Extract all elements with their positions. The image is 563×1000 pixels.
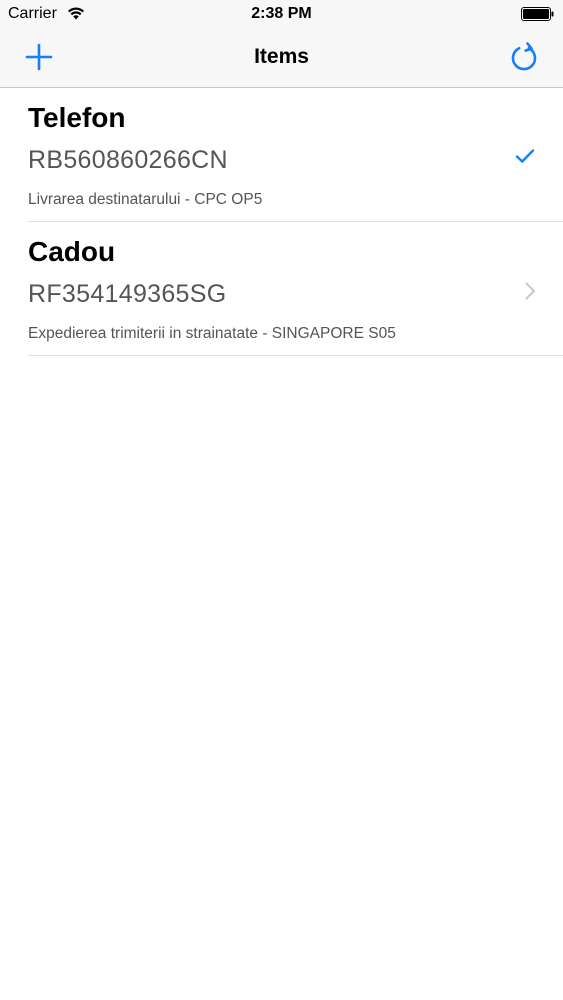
page-title: Items xyxy=(254,45,309,68)
list-item[interactable]: Telefon RB560860266CN Livrarea destinata… xyxy=(0,88,563,222)
checkmark-icon xyxy=(515,149,535,163)
clock: 2:38 PM xyxy=(251,5,312,22)
tracking-code: RF354149365SG xyxy=(28,280,227,308)
item-status: Livrarea destinatarului - CPC OP5 xyxy=(28,191,263,208)
item-status: Expedierea trimiterii in strainatate - S… xyxy=(28,325,396,342)
battery-icon xyxy=(521,7,554,21)
item-name: Telefon xyxy=(28,102,126,133)
refresh-icon[interactable] xyxy=(507,40,541,74)
chevron-right-icon xyxy=(525,282,535,300)
navigation-bar: Items xyxy=(0,28,563,88)
tracking-code: RB560860266CN xyxy=(28,146,228,174)
items-list: Telefon RB560860266CN Livrarea destinata… xyxy=(0,88,563,356)
item-name: Cadou xyxy=(28,236,116,267)
status-bar: Carrier 2:38 PM xyxy=(0,0,563,28)
list-item[interactable]: Cadou RF354149365SG Expedierea trimiteri… xyxy=(0,222,563,356)
